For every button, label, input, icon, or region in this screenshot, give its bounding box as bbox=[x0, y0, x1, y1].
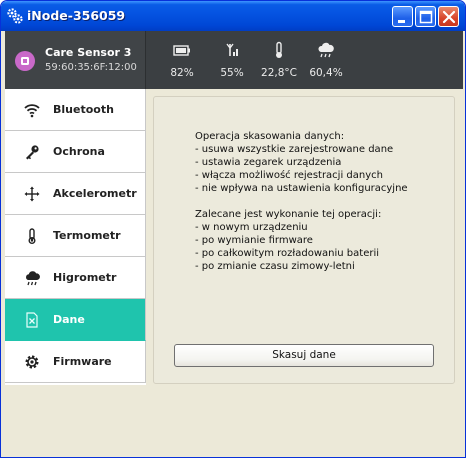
description-line: - nie wpływa na ustawienia konfiguracyjn… bbox=[195, 183, 408, 194]
sidebar-item-label: Ochrona bbox=[53, 145, 105, 158]
recommendation-line: - po całkowitym rozładowaniu baterii bbox=[195, 248, 380, 259]
maximize-button[interactable] bbox=[415, 6, 436, 27]
sidebar-item-firmware[interactable]: Firmware bbox=[5, 341, 146, 383]
sidebar-item-ochrona[interactable]: Ochrona bbox=[5, 131, 146, 173]
recommendation-line: - po wymianie firmware bbox=[195, 235, 313, 246]
humidity-stat: 60,4% bbox=[301, 41, 351, 79]
minimize-icon bbox=[398, 20, 405, 23]
device-mac: 59:60:35:6F:12:00 bbox=[45, 62, 137, 73]
reset-description: Operacja skasowania danych: - usuwa wszy… bbox=[195, 130, 445, 273]
sidebar-item-dane[interactable]: Dane bbox=[5, 299, 146, 341]
temperature-stat: 22,8°C bbox=[254, 41, 304, 79]
sidebar-item-label: Termometr bbox=[53, 229, 121, 242]
file-delete-icon bbox=[26, 312, 38, 328]
title-bar[interactable]: iNode-356059 bbox=[1, 1, 465, 31]
sidebar-item-akcelerometr[interactable]: Akcelerometr bbox=[5, 173, 146, 215]
key-icon bbox=[26, 145, 39, 160]
gear-icon bbox=[25, 355, 39, 369]
data-panel: Operacja skasowania danych: - usuwa wszy… bbox=[153, 96, 455, 384]
signal-icon bbox=[226, 43, 238, 56]
temperature-value: 22,8°C bbox=[261, 67, 297, 79]
move-arrows-icon bbox=[24, 186, 40, 202]
sidebar-item-label: Firmware bbox=[53, 355, 112, 368]
sidebar-item-higrometr[interactable]: Higrometr bbox=[5, 257, 146, 299]
sidebar-item-label: Higrometr bbox=[53, 271, 117, 284]
sidebar-item-label: Dane bbox=[53, 313, 85, 326]
gears-icon bbox=[7, 8, 23, 24]
device-avatar-icon bbox=[15, 51, 35, 71]
sidebar-item-bluetooth[interactable]: Bluetooth bbox=[5, 89, 146, 131]
device-name: Care Sensor 3 bbox=[45, 46, 132, 59]
thermometer-icon bbox=[276, 41, 282, 58]
signal-stat: 55% bbox=[207, 41, 257, 79]
recommendation-line: - w nowym urządzeniu bbox=[195, 222, 308, 233]
cloud-rain-icon bbox=[26, 271, 40, 286]
window-title: iNode-356059 bbox=[27, 8, 126, 23]
sidebar-nav: Bluetooth Ochrona Akcelerometr Termometr… bbox=[5, 89, 146, 385]
recommendation-line: Zalecane jest wykonanie tej operacji: bbox=[195, 209, 382, 220]
signal-value: 55% bbox=[220, 67, 244, 79]
description-line: - ustawia zegarek urządzenia bbox=[195, 157, 342, 168]
sidebar-item-label: Bluetooth bbox=[53, 103, 114, 116]
battery-stat: 82% bbox=[157, 41, 207, 79]
maximize-icon bbox=[419, 10, 433, 24]
battery-value: 82% bbox=[170, 67, 194, 79]
sidebar-item-label: Akcelerometr bbox=[53, 187, 137, 200]
description-line: - usuwa wszystkie zarejestrowane dane bbox=[195, 144, 394, 155]
sidebar-item-termometr[interactable]: Termometr bbox=[5, 215, 146, 257]
description-line: - włącza możliwość rejestracji danych bbox=[195, 170, 383, 181]
device-status-bar: Care Sensor 3 59:60:35:6F:12:00 82% 55% bbox=[5, 31, 463, 89]
minimize-button[interactable] bbox=[392, 6, 413, 27]
humidity-value: 60,4% bbox=[309, 67, 343, 79]
description-line: Operacja skasowania danych: bbox=[195, 131, 345, 142]
battery-icon bbox=[173, 45, 190, 56]
close-button[interactable] bbox=[438, 6, 459, 27]
wifi-icon bbox=[24, 104, 40, 118]
thermometer-icon bbox=[28, 228, 36, 244]
recommendation-line: - po zmianie czasu zimowy-letni bbox=[195, 261, 355, 272]
erase-data-button[interactable]: Skasuj dane bbox=[174, 344, 434, 367]
close-icon bbox=[442, 10, 456, 24]
device-info: Care Sensor 3 59:60:35:6F:12:00 bbox=[5, 31, 146, 89]
app-window: iNode-356059 Care Sensor 3 59:60:35:6F:1… bbox=[0, 0, 466, 458]
cloud-rain-icon bbox=[318, 42, 334, 58]
